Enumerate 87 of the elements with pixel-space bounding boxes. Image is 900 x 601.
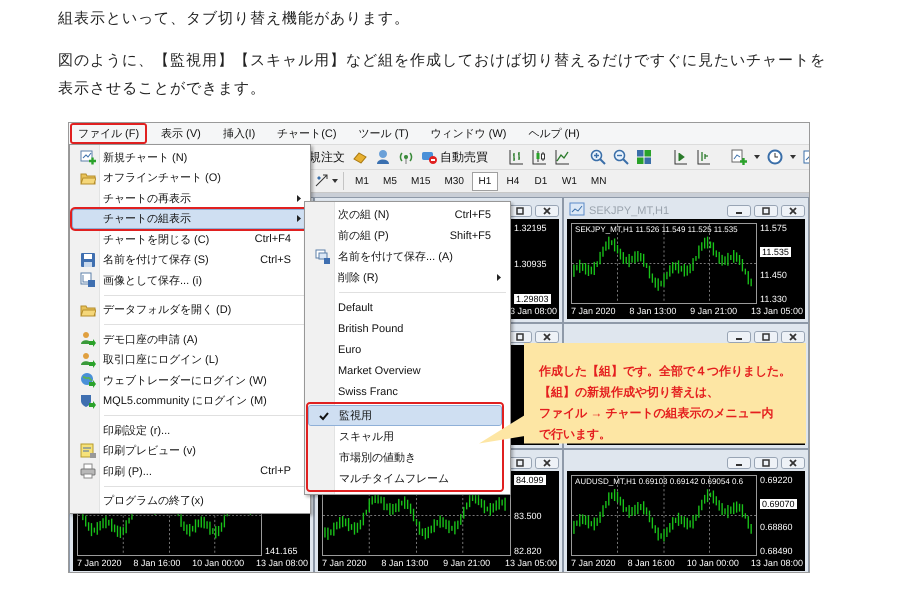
chart-header: AUDUSD_MT,H1 0.69103 0.69142 0.69054 0.6 [575, 477, 744, 486]
menu-item[interactable]: MQL5.community にログイン (M) [72, 390, 308, 411]
date-label: 13 Jan 05:00 [504, 558, 557, 568]
menu-item[interactable]: 前の組 (P) Shift+F5 [307, 225, 508, 246]
timeframe-button[interactable]: M1 [349, 172, 375, 190]
menu-title[interactable]: チャート(C) [269, 123, 345, 144]
menu-item[interactable]: 削除 (R) [307, 267, 508, 288]
date-label: 9 Jan 21:00 [690, 306, 738, 316]
menu-item[interactable]: 監視用 [308, 405, 502, 426]
menu-title[interactable]: 挿入(I) [214, 123, 264, 144]
date-label: 9 Jan 21:00 [443, 558, 490, 568]
menu-item[interactable]: チャートを閉じる (C) Ctrl+F4 [72, 229, 308, 250]
menu-item[interactable]: 印刷プレビュー (v) [72, 440, 308, 461]
date-label: 10 Jan 00:00 [192, 558, 244, 568]
auto-trading-button[interactable]: 自動売買 [421, 148, 488, 166]
toolbar-label[interactable]: 規注文 [309, 148, 345, 166]
timeframe-button[interactable]: M5 [377, 172, 403, 190]
menu-title[interactable]: ウィンドウ (W) [422, 123, 514, 144]
menu-item[interactable]: Swiss Franc [307, 381, 508, 402]
date-label: 13 Jan 05:00 [750, 306, 803, 316]
date-label: 7 Jan 2020 [571, 558, 616, 568]
callout-text: ファイル → チャートの組表示のメニュー内 [539, 405, 774, 422]
timeframe-button[interactable]: H4 [500, 172, 526, 190]
menu-item[interactable]: デモ口座の申請 (A) [72, 329, 308, 350]
intro-text: 図のように、【監視用】【スキャル用】など組を作成しておけば切り替えるだけですぐに見たいチャートを [58, 50, 826, 71]
callout-text: 作成した【組】です。全部で４つ作りました。 [539, 363, 791, 380]
menu-item[interactable]: 取引口座にログイン (L) [72, 350, 308, 370]
date-label: 10 Jan 00:00 [686, 558, 739, 568]
menu-item[interactable]: 名前を付けて保存 (S) Ctrl+S [72, 250, 308, 270]
price-label: 11.330 [760, 294, 787, 304]
menu-item[interactable]: プログラムの終了(x) [72, 490, 308, 511]
menu-item[interactable]: 印刷 (P)... Ctrl+P [72, 461, 308, 482]
menu-item[interactable]: 市場別の値動き [308, 447, 502, 468]
menu-item[interactable]: オフラインチャート (O) [72, 168, 308, 188]
price-label: 0.69220 [760, 475, 793, 485]
current-price-label: 1.29803 [514, 294, 551, 304]
menu-item[interactable]: スキャル用 [308, 426, 502, 447]
menu-item[interactable]: Default [307, 297, 508, 318]
chart-header: SEKJPY_MT,H1 11.526 11.549 11.525 11.535 [575, 225, 738, 234]
window-title: SEKJPY_MT,H1 [589, 205, 670, 217]
date-label: 8 Jan 13:00 [381, 558, 428, 568]
price-label: 11.575 [760, 223, 787, 233]
menu-item[interactable]: 画像として保存... (i) [72, 270, 308, 290]
price-label: 1.30935 [514, 258, 547, 268]
current-price-label: 0.69070 [760, 498, 797, 509]
menu-item[interactable]: チャートの再表示 [72, 188, 308, 208]
menu-title[interactable]: 表示 (V) [153, 123, 209, 144]
callout-text: 【組】の新規作成や切り替えは、 [539, 384, 719, 401]
price-label: 1.32195 [514, 223, 547, 233]
intro-text: 表示させることができます。 [58, 78, 266, 99]
date-label: 13 Jan 08:00 [256, 558, 308, 568]
menu-item[interactable]: 新規チャート (N) [72, 147, 308, 168]
intro-text: 組表示といって、タブ切り替え機能があります。 [58, 8, 410, 29]
menu-item[interactable]: Euro [307, 339, 508, 360]
date-label: 7 Jan 2020 [322, 558, 367, 568]
date-label: 8 Jan 16:00 [133, 558, 180, 568]
menu-item[interactable]: 次の組 (N) Ctrl+F5 [307, 204, 508, 225]
price-label: 0.68490 [760, 546, 793, 556]
timeframe-button[interactable]: M30 [438, 172, 470, 190]
callout-text: で行います。 [539, 426, 611, 443]
timeframe-button[interactable]: MN [584, 172, 612, 190]
menu-item[interactable]: データフォルダを開く (D) [72, 300, 308, 320]
date-label: 8 Jan 13:00 [629, 306, 676, 316]
date-label: 7 Jan 2020 [571, 306, 616, 316]
menu-item[interactable]: British Pound [307, 318, 508, 339]
current-price-label: 84.099 [514, 475, 546, 485]
menu-title[interactable]: ファイル (F) [70, 123, 148, 144]
menu-item[interactable]: Market Overview [307, 360, 508, 381]
current-price-label: 11.535 [760, 246, 791, 257]
menu-item[interactable]: 印刷設定 (r)... [72, 420, 308, 440]
date-label: 7 Jan 2020 [77, 558, 122, 568]
timeframe-button[interactable]: D1 [528, 172, 554, 190]
date-label: 8 Jan 16:00 [628, 558, 675, 568]
menu-title[interactable]: ツール (T) [350, 123, 417, 144]
timeframe-button[interactable]: M15 [405, 172, 436, 190]
menu-item[interactable]: ウェブトレーダーにログイン (W) [72, 370, 308, 390]
price-label: 141.165 [265, 546, 298, 556]
menu-title[interactable]: ヘルプ (H) [520, 123, 588, 144]
price-label: 11.450 [760, 270, 787, 280]
menu-item[interactable]: マルチタイムフレーム [308, 468, 502, 489]
price-label: 0.68860 [760, 522, 793, 532]
date-label: 13 Jan 08:00 [750, 558, 803, 568]
price-label: 82.820 [514, 546, 542, 556]
timeframe-button[interactable]: H1 [472, 172, 498, 190]
menu-item[interactable]: 名前を付けて保存... (A) [307, 246, 508, 267]
timeframe-button[interactable]: W1 [556, 172, 583, 190]
price-label: 83.500 [514, 510, 542, 520]
